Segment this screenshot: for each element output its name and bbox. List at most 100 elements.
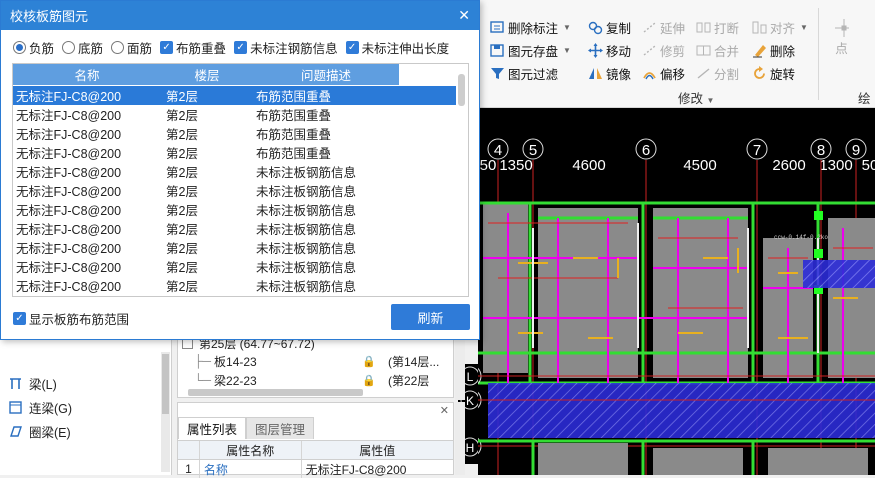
tree-horizontal-scrollbar[interactable]: [188, 389, 363, 396]
move-label: 移动: [606, 44, 632, 59]
dimension-label: 1350: [499, 157, 532, 174]
radio-button[interactable]: [62, 41, 76, 54]
table-row[interactable]: 无标注FJ-C8@200第2层未标注板钢筋信息: [13, 181, 458, 200]
table-row[interactable]: 无标注FJ-C8@200 第2层 布筋范围重叠: [13, 86, 458, 105]
table-row[interactable]: 无标注FJ-C8@200 第2层 布筋范围重叠: [13, 143, 458, 162]
lock-icon[interactable]: 🔒: [362, 374, 376, 387]
nav-scrollbar[interactable]: [161, 352, 170, 472]
ribbon-divider: [818, 8, 819, 100]
point-button[interactable]: 点: [834, 18, 849, 66]
cell-issue: 布筋范围重叠: [256, 90, 332, 104]
rotate-button[interactable]: 旋转: [752, 63, 795, 83]
cell-name: 无标注FJ-C8@200: [16, 242, 122, 256]
tree-connector: └─: [194, 373, 212, 387]
radio-negative-rebar[interactable]: 负筋: [13, 38, 54, 57]
cad-floor-plan[interactable]: 4 5 6 7 8 9 50 1350 4600 4500 2600 1300 …: [478, 108, 875, 475]
table-row[interactable]: 无标注FJ-C8@200第2层未标注板钢筋信息: [13, 162, 458, 181]
nav-item-label: 连梁(G): [29, 402, 73, 416]
table-row[interactable]: 无标注FJ-C8@200第2层未标注板钢筋信息: [13, 219, 458, 238]
checkmark-icon[interactable]: ✓: [160, 41, 174, 54]
radio-top-rebar[interactable]: 面筋: [111, 38, 152, 57]
cell-floor: 第2层: [166, 280, 198, 294]
point-label: 点: [835, 42, 848, 56]
show-range-checkbox[interactable]: ✓ 显示板筋布筋范围: [13, 309, 129, 328]
column-header-name[interactable]: 名称: [13, 64, 161, 85]
delete-annotation-label: 删除标注: [508, 21, 559, 36]
cell-name: 无标注FJ-C8@200: [16, 223, 122, 237]
tree-row-slab[interactable]: ├─ 板14-23 🔒 (第14层...: [178, 352, 453, 370]
filter-icon: [490, 66, 505, 81]
selected-slab-region: [488, 383, 875, 438]
scrollbar-thumb[interactable]: [458, 74, 465, 106]
scrollbar-thumb[interactable]: [162, 354, 169, 414]
split-button[interactable]: 分割: [696, 63, 739, 83]
table-row[interactable]: 无标注FJ-C8@200 第2层 布筋范围重叠: [13, 105, 458, 124]
save-element-button[interactable]: 图元存盘 ▼: [490, 40, 571, 60]
radio-button[interactable]: [111, 41, 125, 54]
table-row[interactable]: 无标注FJ-C8@200第2层未标注板钢筋信息: [13, 200, 458, 219]
checkbox-unlabeled-info[interactable]: ✓ 未标注钢筋信息: [234, 38, 338, 57]
split-label: 分割: [714, 67, 740, 82]
copy-button[interactable]: 复制: [588, 17, 631, 37]
extend-button[interactable]: 延伸: [642, 17, 685, 37]
tree-row-floor[interactable]: 第25层 (64.77~67.72): [178, 340, 453, 352]
table-row[interactable]: 无标注FJ-C8@200第2层未标注板钢筋信息: [13, 238, 458, 257]
element-filter-label: 图元过滤: [508, 67, 559, 82]
delete-annotation-button[interactable]: 删除标注 ▼: [490, 17, 571, 37]
property-row[interactable]: 1 名称 无标注FJ-C8@200: [178, 460, 453, 478]
tab-property-list[interactable]: 属性列表: [178, 417, 247, 439]
mirror-icon: [588, 66, 603, 81]
offset-button[interactable]: 偏移: [642, 63, 685, 83]
delete-button[interactable]: 删除: [752, 40, 795, 60]
cell-floor: 第2层: [166, 204, 198, 218]
dialog-titlebar[interactable]: 校核板筋图元 ✕: [1, 1, 479, 30]
element-filter-button[interactable]: 图元过滤: [490, 63, 558, 83]
checkbox-unlabeled-length[interactable]: ✓ 未标注伸出长度: [345, 38, 450, 57]
radio-button[interactable]: [13, 41, 26, 54]
align-button[interactable]: 对齐 ▼: [752, 17, 808, 37]
checkbox-label: 未标注伸出长度: [361, 42, 450, 56]
table-scrollbar[interactable]: [456, 64, 468, 296]
refresh-button[interactable]: 刷新: [391, 304, 470, 330]
align-label: 对齐: [770, 21, 796, 36]
lock-icon[interactable]: 🔒: [362, 355, 376, 368]
trim-button[interactable]: 修剪: [642, 40, 685, 60]
tree-checkbox[interactable]: [182, 340, 193, 349]
cad-drawing-canvas[interactable]: 4 5 6 7 8 9 50 1350 4600 4500 2600 1300 …: [478, 108, 875, 475]
table-row[interactable]: 无标注FJ-C8@200 第2层 布筋范围重叠: [13, 124, 458, 143]
cell-issue: 布筋范围重叠: [256, 109, 332, 123]
chevron-down-icon: ▼: [563, 45, 571, 55]
beam-icon: [8, 376, 23, 391]
checkmark-icon[interactable]: ✓: [234, 41, 248, 54]
dimension-label: 4500: [683, 157, 716, 174]
merge-button[interactable]: 合并: [696, 40, 739, 60]
column-header-floor[interactable]: 楼层: [161, 64, 253, 85]
close-icon[interactable]: ✕: [458, 7, 470, 24]
table-row[interactable]: 无标注FJ-C8@200第2层未标注板钢筋信息: [13, 257, 458, 276]
tab-layer-management[interactable]: 图层管理: [246, 417, 315, 439]
cell-floor: 第2层: [166, 166, 198, 180]
tree-row-beam[interactable]: └─ 梁22-23 🔒 (第22层: [178, 371, 453, 389]
tree-vertical-scrollbar[interactable]: [455, 340, 465, 400]
chevron-down-icon: ▼: [563, 22, 571, 32]
cell-issue: 未标注板钢筋信息: [253, 295, 403, 296]
property-value[interactable]: 无标注FJ-C8@200: [302, 460, 453, 478]
move-button[interactable]: 移动: [588, 40, 631, 60]
break-button[interactable]: 打断: [696, 17, 739, 37]
table-row[interactable]: 无标注FJ-C8@200第2层未标注板钢筋信息: [13, 276, 458, 295]
radio-bottom-rebar[interactable]: 底筋: [62, 38, 103, 57]
checkmark-icon[interactable]: ✓: [13, 312, 26, 325]
table-row[interactable]: 无标注FJ-C8@200第2层未标注板钢筋信息: [13, 295, 458, 296]
column-header-issue[interactable]: 问题描述: [253, 64, 399, 85]
property-scrollbar[interactable]: [455, 402, 465, 475]
checkbox-overlap[interactable]: ✓ 布筋重叠: [160, 38, 226, 57]
point-icon: [834, 18, 849, 37]
nav-item-beam[interactable]: 梁(L): [8, 374, 57, 393]
close-icon[interactable]: ✕: [440, 404, 449, 417]
checkmark-icon[interactable]: ✓: [345, 41, 359, 54]
nav-item-ring-beam[interactable]: 圈梁(E): [8, 422, 71, 441]
nav-item-coupling-beam[interactable]: 连梁(G): [8, 398, 72, 417]
axis-label-7: 7: [753, 142, 761, 159]
issue-table-header: 名称 楼层 问题描述: [13, 64, 399, 85]
mirror-button[interactable]: 镜像: [588, 63, 631, 83]
